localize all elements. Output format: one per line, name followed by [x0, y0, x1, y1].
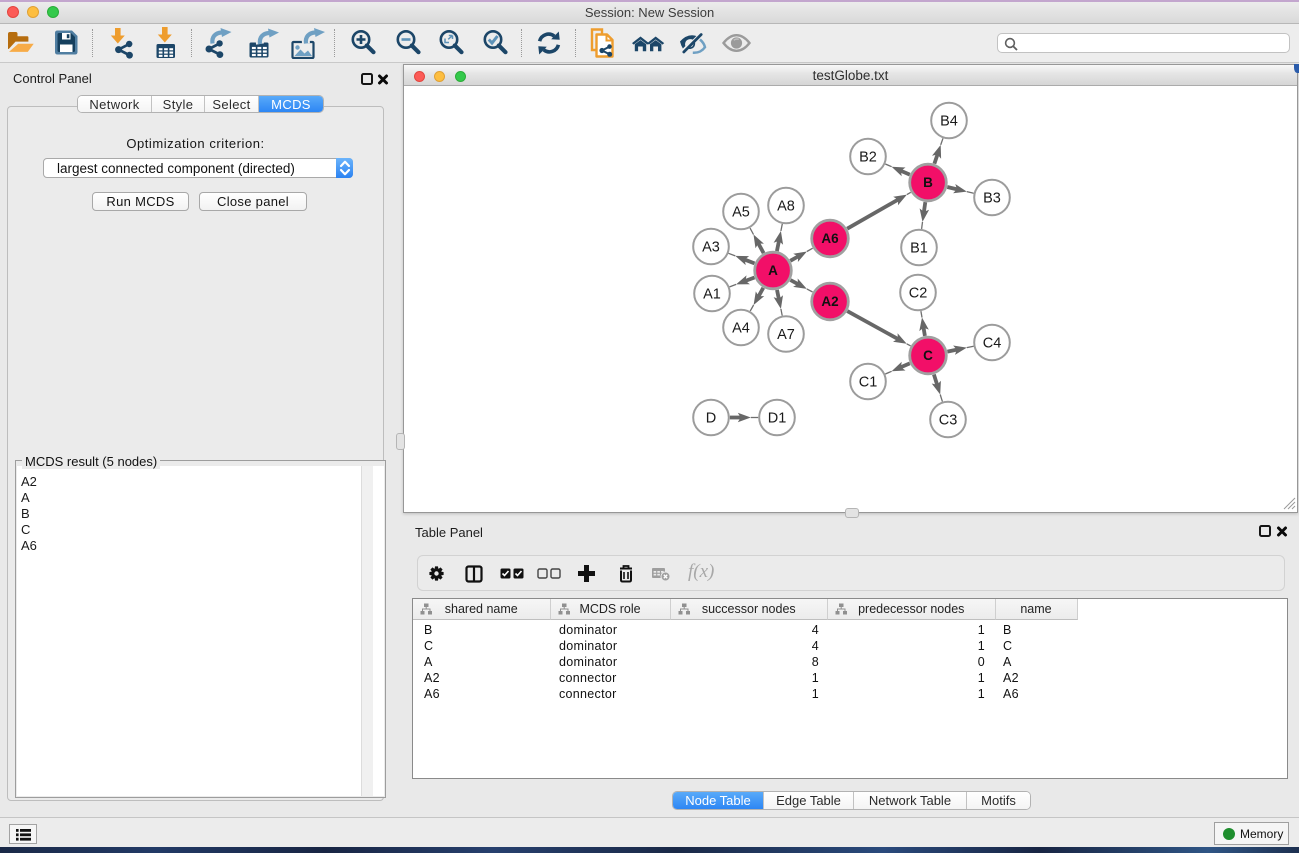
- svg-text:B4: B4: [940, 114, 958, 130]
- svg-text:C4: C4: [983, 336, 1002, 352]
- svg-text:A8: A8: [777, 199, 795, 215]
- svg-text:C1: C1: [859, 375, 878, 391]
- svg-text:A4: A4: [732, 321, 750, 337]
- svg-text:D: D: [706, 411, 716, 427]
- svg-text:A2: A2: [821, 294, 838, 309]
- svg-text:D1: D1: [768, 411, 787, 427]
- svg-text:C2: C2: [909, 286, 928, 302]
- svg-text:C: C: [923, 348, 933, 363]
- svg-text:B1: B1: [910, 241, 928, 257]
- svg-text:A6: A6: [821, 231, 839, 246]
- svg-text:C3: C3: [939, 413, 958, 429]
- svg-text:A5: A5: [732, 205, 750, 221]
- svg-text:A3: A3: [702, 240, 720, 256]
- svg-text:B: B: [923, 175, 933, 190]
- svg-text:A1: A1: [703, 287, 721, 303]
- svg-text:A: A: [768, 263, 778, 278]
- svg-text:B3: B3: [983, 191, 1001, 207]
- svg-text:B2: B2: [859, 150, 877, 166]
- svg-text:A7: A7: [777, 327, 795, 343]
